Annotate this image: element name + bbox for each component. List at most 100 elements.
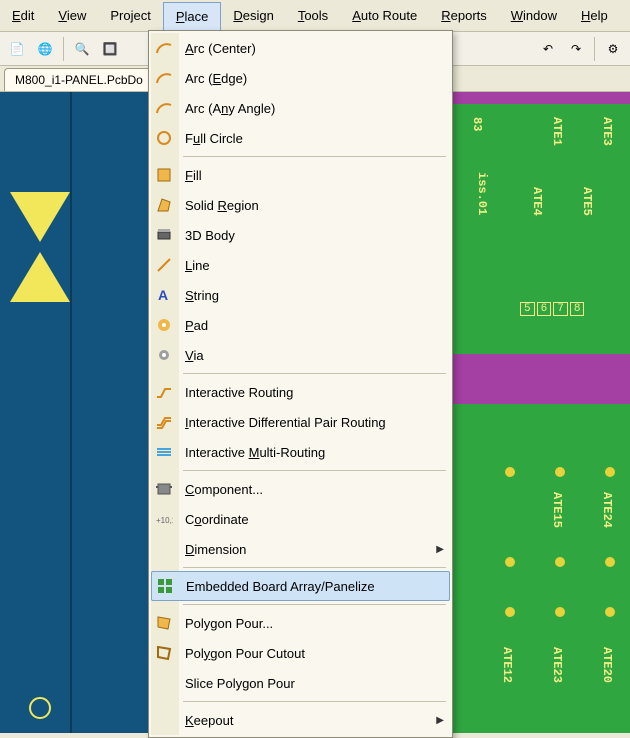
fill-icon	[153, 164, 175, 186]
menu-item-arc-center[interactable]: Arc (Center)	[151, 33, 450, 63]
menu-divider	[183, 156, 446, 157]
gear-icon: ⚙	[608, 42, 619, 56]
menu-item-keepout[interactable]: Keepout ▶	[151, 705, 450, 735]
ruler-line	[70, 92, 72, 733]
menu-item-solid-region[interactable]: Solid Region	[151, 190, 450, 220]
menu-place[interactable]: Place	[163, 2, 222, 30]
svg-text:A: A	[158, 287, 168, 303]
pin-label: 7	[553, 302, 568, 316]
menu-item-polygon-pour-cutout[interactable]: Polygon Pour Cutout	[151, 638, 450, 668]
menu-item-label: Interactive Multi-Routing	[185, 445, 444, 460]
submenu-arrow-icon: ▶	[436, 715, 444, 726]
menu-item-component[interactable]: Component...	[151, 474, 450, 504]
menu-item-interactive-differential-pair-routing[interactable]: Interactive Differential Pair Routing	[151, 407, 450, 437]
pin-row: 5 6 7 8	[520, 302, 584, 316]
origin-marker-icon	[10, 192, 70, 302]
toolbar-btn-5[interactable]: ⚙	[600, 36, 626, 62]
menu-item-slice-polygon-pour[interactable]: Slice Polygon Pour	[151, 668, 450, 698]
toolbar-redo[interactable]: ↷	[563, 36, 589, 62]
menu-tools[interactable]: Tools	[286, 2, 340, 29]
arc-center-icon	[153, 37, 175, 59]
menu-divider	[183, 567, 446, 568]
place-menu: Arc (Center) Arc (Edge) Arc (Any Angle) Ful…	[148, 30, 453, 738]
toolbar-undo[interactable]: ↶	[535, 36, 561, 62]
toolbar-sep2	[594, 37, 595, 61]
via-layer	[450, 412, 630, 712]
pin-label: 6	[537, 302, 552, 316]
diff-route-icon	[153, 411, 175, 433]
blank-icon	[153, 709, 175, 731]
silk-ref: ATE3	[600, 117, 614, 146]
arc-edge-icon	[153, 67, 175, 89]
menu-item-fill[interactable]: Fill	[151, 160, 450, 190]
menu-divider	[183, 373, 446, 374]
pad-icon	[153, 314, 175, 336]
toolbar-sep	[63, 37, 64, 61]
toolbar-btn-3[interactable]: 🔍	[69, 36, 95, 62]
open-icon: 📄	[10, 42, 25, 56]
menu-view[interactable]: View	[46, 2, 98, 29]
menu-edit[interactable]: Edit	[0, 2, 46, 29]
document-tab[interactable]: M800_i1-PANEL.PcbDo	[4, 68, 154, 91]
menu-item-label: Pad	[185, 318, 444, 333]
menu-item-embedded-board-array-panelize[interactable]: Embedded Board Array/Panelize	[151, 571, 450, 601]
menu-help[interactable]: Help	[569, 2, 620, 29]
menu-design[interactable]: Design	[221, 2, 285, 29]
menu-item-3d-body[interactable]: 3D Body	[151, 220, 450, 250]
menu-item-full-circle[interactable]: Full Circle	[151, 123, 450, 153]
menu-item-interactive-routing[interactable]: Interactive Routing	[151, 377, 450, 407]
menu-item-interactive-multi-routing[interactable]: Interactive Multi-Routing	[151, 437, 450, 467]
menu-item-label: Arc (Center)	[185, 41, 444, 56]
menu-item-label: Keepout	[185, 713, 426, 728]
silk-ref: 83	[470, 117, 484, 131]
menu-item-via[interactable]: Via	[151, 340, 450, 370]
string-icon: A	[153, 284, 175, 306]
menu-item-label: Via	[185, 348, 444, 363]
poly-cutout-icon	[153, 642, 175, 664]
menu-item-label: Polygon Pour Cutout	[185, 646, 444, 661]
menu-item-string[interactable]: A String	[151, 280, 450, 310]
menu-auto-route[interactable]: Auto Route	[340, 2, 429, 29]
menu-item-arc-any-angle[interactable]: Arc (Any Angle)	[151, 93, 450, 123]
menubar: Edit View Project Place Design Tools Aut…	[0, 0, 630, 32]
menu-project[interactable]: Project	[98, 2, 162, 29]
menu-reports[interactable]: Reports	[429, 2, 499, 29]
full-circle-icon	[153, 127, 175, 149]
menu-item-coordinate[interactable]: +10,10Coordinate	[151, 504, 450, 534]
coordinate-icon: +10,10	[153, 508, 175, 530]
menu-item-label: Slice Polygon Pour	[185, 676, 444, 691]
menu-item-label: Solid Region	[185, 198, 444, 213]
origin-circle-icon	[20, 693, 60, 723]
menu-item-label: String	[185, 288, 444, 303]
menu-item-pad[interactable]: Pad	[151, 310, 450, 340]
undo-icon: ↶	[543, 42, 553, 56]
menu-item-arc-edge[interactable]: Arc (Edge)	[151, 63, 450, 93]
menu-item-label: Arc (Any Angle)	[185, 101, 444, 116]
svg-text:+10,10: +10,10	[156, 516, 173, 525]
menu-item-line[interactable]: Line	[151, 250, 450, 280]
menu-divider	[183, 604, 446, 605]
menu-item-label: Interactive Differential Pair Routing	[185, 415, 444, 430]
menu-item-label: Component...	[185, 482, 444, 497]
menu-item-dimension[interactable]: Dimension ▶	[151, 534, 450, 564]
solid-region-icon	[153, 194, 175, 216]
zoom-icon: 🔍	[75, 42, 90, 56]
submenu-arrow-icon: ▶	[436, 544, 444, 555]
toolbar-btn-1[interactable]: 📄	[4, 36, 30, 62]
menu-item-label: Interactive Routing	[185, 385, 444, 400]
menu-item-label: Full Circle	[185, 131, 444, 146]
menu-item-label: Embedded Board Array/Panelize	[186, 579, 443, 594]
menu-item-label: Fill	[185, 168, 444, 183]
via-icon	[153, 344, 175, 366]
multi-route-icon	[153, 441, 175, 463]
menu-item-polygon-pour[interactable]: Polygon Pour...	[151, 608, 450, 638]
route-icon	[153, 381, 175, 403]
silk-ref: iss.01	[475, 172, 489, 215]
toolbar-btn-4[interactable]: 🔲	[97, 36, 123, 62]
menu-item-label: Line	[185, 258, 444, 273]
menu-window[interactable]: Window	[499, 2, 569, 29]
menu-item-label: Arc (Edge)	[185, 71, 444, 86]
toolbar-btn-2[interactable]: 🌐	[32, 36, 58, 62]
3d-body-icon	[153, 224, 175, 246]
menu-item-label: Dimension	[185, 542, 426, 557]
